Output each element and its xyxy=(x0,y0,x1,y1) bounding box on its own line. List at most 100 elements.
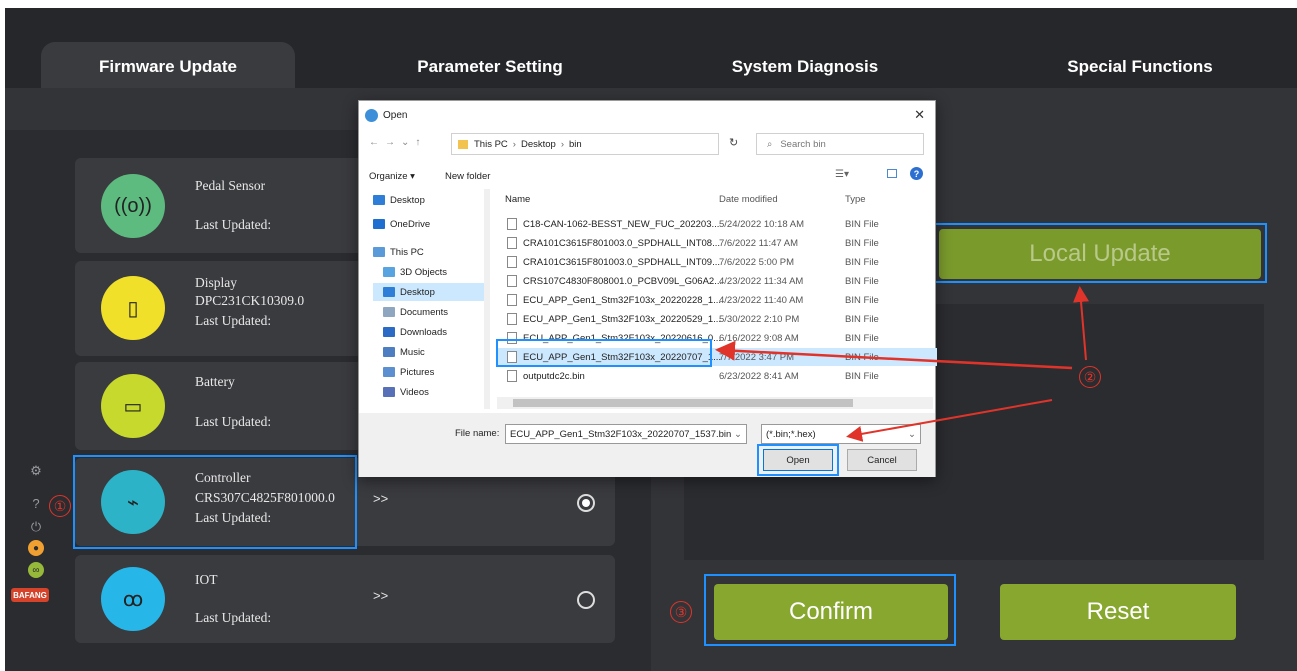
breadcrumb-this-pc[interactable]: This PC xyxy=(474,139,508,150)
cancel-button[interactable]: Cancel xyxy=(847,449,917,471)
nav-item[interactable]: OneDrive xyxy=(373,215,430,233)
power-icon[interactable]: ⏻ xyxy=(27,518,45,536)
callout-one: ① xyxy=(49,495,71,517)
navigation-pane: Desktop OneDrive This PC 3D Objects Desk… xyxy=(359,187,493,409)
tab-firmware-update[interactable]: Firmware Update xyxy=(41,42,295,92)
nav-item[interactable]: 3D Objects xyxy=(383,263,447,281)
file-icon xyxy=(507,313,517,325)
sensor-icon: ((o)) xyxy=(101,174,165,238)
expand-chevron[interactable]: >> xyxy=(373,491,388,506)
file-name: ECU_APP_Gen1_Stm32F103x_20220529_1... xyxy=(523,313,722,325)
file-type-select[interactable]: (*.bin;*.hex) ⌄ xyxy=(761,424,921,444)
file-row[interactable]: C18-CAN-1062-BESST_NEW_FUC_202203... 5/24… xyxy=(497,215,937,233)
documents-icon xyxy=(383,307,395,317)
column-type[interactable]: Type xyxy=(845,194,866,205)
file-row[interactable]: ECU_APP_Gen1_Stm32F103x_20220228_1... 4/2… xyxy=(497,291,937,309)
file-icon xyxy=(507,275,517,287)
brand-logo: BAFANG xyxy=(11,588,49,602)
breadcrumb-desktop[interactable]: Desktop xyxy=(521,139,556,150)
confirm-highlight xyxy=(704,574,956,646)
nav-item[interactable]: Documents xyxy=(383,303,448,321)
file-date: 5/30/2022 2:10 PM xyxy=(719,313,800,325)
file-row[interactable]: ECU_APP_Gen1_Stm32F103x_20220529_1... 5/3… xyxy=(497,310,937,328)
tab-system-diagnosis[interactable]: System Diagnosis xyxy=(705,42,905,92)
file-row[interactable]: outputdc2c.bin 6/23/2022 8:41 AM BIN File xyxy=(497,367,937,385)
sidebar: ⚙ ? ⏻ ● ∞ BAFANG xyxy=(5,452,65,652)
open-highlight xyxy=(757,444,839,476)
close-icon[interactable]: ✕ xyxy=(914,107,925,123)
file-date: 7/6/2022 11:47 AM xyxy=(719,237,799,249)
pictures-icon xyxy=(383,367,395,377)
nav-item[interactable]: Desktop xyxy=(373,283,487,301)
help-icon[interactable]: ? xyxy=(27,494,45,512)
nav-arrows[interactable]: ←→⌄↑ xyxy=(369,137,426,148)
file-name: CRA101C3615F801003.0_SPDHALL_INT08... xyxy=(523,237,720,249)
user-icon[interactable]: ● xyxy=(28,540,44,556)
file-open-dialog: Open ✕ ←→⌄↑ This PC › Desktop › bin ↻ ⌕ … xyxy=(358,100,937,477)
link-icon[interactable]: ∞ xyxy=(28,562,44,578)
column-date-modified[interactable]: Date modified xyxy=(719,194,778,205)
file-date: 7/7/2022 3:47 PM xyxy=(719,351,794,363)
file-name: C18-CAN-1062-BESST_NEW_FUC_202203... xyxy=(523,218,720,230)
column-name[interactable]: Name xyxy=(505,194,530,205)
file-date: 4/23/2022 11:34 AM xyxy=(719,275,804,287)
component-card-iot[interactable]: ꝏ IOT Last Updated: >> xyxy=(75,555,615,643)
display-icon: ▯ xyxy=(101,276,165,340)
callout-three: ③ xyxy=(670,601,692,623)
file-name: CRS107C4830F808001.0_PCBV09L_G06A2... xyxy=(523,275,723,287)
file-row[interactable]: CRA101C3615F801003.0_SPDHALL_INT08... 7/6… xyxy=(497,234,937,252)
organize-menu[interactable]: Organize ▾ xyxy=(369,171,415,182)
view-menu-icon[interactable]: ☰▾ xyxy=(835,169,849,180)
nav-item[interactable]: Downloads xyxy=(383,323,447,341)
file-type: BIN File xyxy=(845,313,879,325)
breadcrumb-bin[interactable]: bin xyxy=(569,139,582,150)
file-icon xyxy=(507,218,517,230)
selected-file-highlight xyxy=(496,339,712,367)
new-folder-button[interactable]: New folder xyxy=(445,171,490,182)
folder-icon xyxy=(458,139,468,149)
file-icon xyxy=(507,256,517,268)
local-update-highlight xyxy=(933,223,1267,283)
file-type: BIN File xyxy=(845,332,879,344)
horizontal-scrollbar[interactable] xyxy=(497,397,933,409)
file-name: ECU_APP_Gen1_Stm32F103x_20220228_1... xyxy=(523,294,722,306)
controller-radio[interactable] xyxy=(577,494,595,512)
last-updated-label: Last Updated: xyxy=(195,414,272,429)
tab-special-functions[interactable]: Special Functions xyxy=(1035,42,1245,92)
file-date: 7/6/2022 5:00 PM xyxy=(719,256,794,268)
tab-parameter-setting[interactable]: Parameter Setting xyxy=(375,42,605,92)
reset-button[interactable]: Reset xyxy=(1000,584,1236,640)
nav-item[interactable]: Desktop xyxy=(373,191,425,209)
last-updated-label: Last Updated: xyxy=(195,217,272,232)
expand-chevron[interactable]: >> xyxy=(373,588,388,603)
help-icon[interactable]: ? xyxy=(910,167,923,180)
nav-item[interactable]: This PC xyxy=(373,243,424,261)
file-name-label: File name: xyxy=(455,428,500,439)
file-type: BIN File xyxy=(845,275,879,287)
file-name: CRA101C3615F801003.0_SPDHALL_INT09... xyxy=(523,256,720,268)
file-name-input[interactable]: ECU_APP_Gen1_Stm32F103x_20220707_1537.bi… xyxy=(505,424,747,444)
search-input[interactable]: ⌕ Search bin xyxy=(756,133,924,155)
preview-pane-icon[interactable] xyxy=(887,169,897,178)
iot-radio[interactable] xyxy=(577,591,595,609)
music-icon xyxy=(383,347,395,357)
address-bar[interactable]: This PC › Desktop › bin xyxy=(451,133,719,155)
nav-item[interactable]: Music xyxy=(383,343,425,361)
app-icon xyxy=(365,109,378,122)
refresh-icon[interactable]: ↻ xyxy=(729,136,738,149)
settings-icon[interactable]: ⚙ xyxy=(27,462,45,480)
nav-item[interactable]: Pictures xyxy=(383,363,434,381)
file-row[interactable]: CRA101C3615F801003.0_SPDHALL_INT09... 7/6… xyxy=(497,253,937,271)
file-date: 6/16/2022 9:08 AM xyxy=(719,332,799,344)
scrollbar-thumb[interactable] xyxy=(513,399,853,407)
nav-item[interactable]: Videos xyxy=(383,383,429,401)
file-type: BIN File xyxy=(845,218,879,230)
nav-scrollbar[interactable] xyxy=(484,189,490,409)
file-row[interactable]: CRS107C4830F808001.0_PCBV09L_G06A2... 4/2… xyxy=(497,272,937,290)
desktop-icon xyxy=(373,195,385,205)
last-updated-label: Last Updated: xyxy=(195,610,272,625)
component-title: Display xyxy=(195,275,237,290)
file-type: BIN File xyxy=(845,237,879,249)
component-title: Battery xyxy=(195,374,235,389)
callout-two: ② xyxy=(1079,366,1101,388)
